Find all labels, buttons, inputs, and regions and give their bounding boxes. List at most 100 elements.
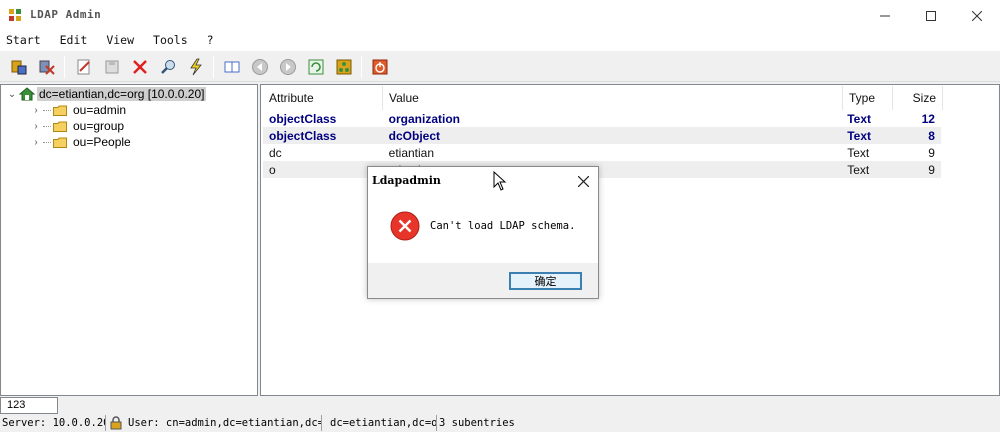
lock-icon (110, 416, 122, 430)
column-header-type[interactable]: Type (843, 86, 893, 110)
status-bar: Server: 10.0.0.20 User: cn=admin,dc=etia… (0, 414, 1000, 432)
column-header-attribute[interactable]: Attribute (263, 86, 383, 110)
forward-button[interactable] (277, 56, 299, 78)
search-button[interactable] (157, 56, 179, 78)
delete-icon (133, 60, 147, 74)
save-button[interactable] (101, 56, 123, 78)
status-subentries: 3 subentries (439, 417, 515, 429)
minimize-icon (880, 15, 890, 16)
tree-node-label: dc=etiantian,dc=org [10.0.0.20] (37, 87, 207, 101)
connect-button[interactable] (8, 56, 30, 78)
toolbar-separator (64, 56, 65, 78)
menu-edit[interactable]: Edit (60, 31, 88, 51)
table-row[interactable]: dc etiantian Text 9 (263, 144, 941, 161)
folder-icon (53, 137, 67, 148)
minimize-button[interactable] (862, 0, 908, 31)
error-dialog: Ldapadmin Can't load LDAP schema. 确定 (367, 166, 599, 299)
directory-tree[interactable]: ⌄ dc=etiantian,dc=org [10.0.0.20] › ou=a… (0, 84, 258, 396)
status-dn: dc=etiantian,dc=or (322, 415, 437, 431)
cell-value: dcObject (388, 129, 441, 143)
error-icon (390, 211, 420, 241)
table-row[interactable]: o etiantian Text 9 (263, 161, 941, 178)
save-icon (105, 60, 119, 74)
disconnect-button[interactable] (36, 56, 58, 78)
server-icon (19, 87, 35, 101)
maximize-button[interactable] (908, 0, 954, 31)
tree-node-label: ou=group (73, 119, 125, 133)
mouse-cursor-icon (493, 171, 507, 191)
tree-node-people[interactable]: › ou=People (31, 134, 133, 150)
search-icon (161, 60, 175, 74)
filter-input[interactable]: 123 (0, 397, 58, 414)
window-title: LDAP Admin (30, 8, 102, 21)
cell-value: organization (388, 112, 460, 126)
ok-button[interactable]: 确定 (509, 272, 582, 290)
exit-button[interactable] (369, 56, 391, 78)
cell-attribute: dc (269, 146, 282, 160)
refresh-button[interactable] (305, 56, 327, 78)
status-server: Server: 10.0.0.20 (2, 415, 106, 431)
close-button[interactable] (954, 0, 1000, 31)
status-user: User: cn=admin,dc=etiantian,dc=o (128, 415, 322, 431)
menu-start[interactable]: Start (6, 31, 41, 51)
chevron-right-icon[interactable]: › (31, 105, 41, 116)
tree-node-admin[interactable]: › ou=admin (31, 102, 128, 118)
tree-button[interactable] (333, 56, 355, 78)
tree-node-label: ou=People (73, 135, 131, 149)
dialog-title: Ldapadmin (372, 174, 441, 187)
menu-bar: Start Edit View Tools ? (0, 31, 1000, 51)
exit-icon (372, 59, 388, 75)
chevron-down-icon[interactable]: ⌄ (7, 89, 17, 100)
attribute-list-header: Attribute Value Type Size (263, 86, 999, 110)
forward-icon (280, 59, 296, 75)
menu-view[interactable]: View (106, 31, 134, 51)
dialog-footer: 确定 (368, 263, 598, 298)
disconnect-icon (39, 60, 55, 75)
back-button[interactable] (249, 56, 271, 78)
schema-book-icon (224, 61, 240, 73)
cell-type: Text (847, 112, 872, 126)
column-header-size[interactable]: Size (893, 86, 943, 110)
cell-size: 9 (928, 146, 935, 160)
cell-size: 12 (921, 112, 935, 126)
title-bar: LDAP Admin (0, 0, 1000, 31)
flash-button[interactable] (185, 56, 207, 78)
cell-type: Text (847, 163, 870, 177)
folder-icon (53, 105, 67, 116)
edit-icon (77, 59, 90, 75)
tree-icon (336, 59, 352, 75)
schema-button[interactable] (221, 56, 243, 78)
edit-button[interactable] (73, 56, 95, 78)
cell-attribute: objectClass (269, 112, 337, 126)
close-icon (577, 175, 589, 187)
menu-help[interactable]: ? (207, 31, 214, 51)
ldap-admin-icon (9, 9, 21, 21)
tree-node-group[interactable]: › ou=group (31, 118, 126, 134)
cell-type: Text (847, 146, 870, 160)
maximize-icon (926, 10, 936, 21)
dialog-close-button[interactable] (568, 167, 598, 195)
refresh-icon (308, 59, 324, 75)
toolbar-separator (361, 56, 362, 78)
cell-attribute: objectClass (269, 129, 337, 143)
delete-button[interactable] (129, 56, 151, 78)
menu-tools[interactable]: Tools (153, 31, 188, 51)
table-row[interactable]: objectClass organization Text 12 (263, 110, 941, 127)
connect-icon (11, 60, 27, 75)
cell-type: Text (847, 129, 872, 143)
toolbar-separator (213, 56, 214, 78)
dialog-message: Can't load LDAP schema. (430, 220, 576, 232)
chevron-right-icon[interactable]: › (31, 137, 41, 148)
cell-size: 8 (928, 129, 935, 143)
table-row[interactable]: objectClass dcObject Text 8 (263, 127, 941, 144)
close-icon (972, 10, 982, 21)
tree-node-root[interactable]: ⌄ dc=etiantian,dc=org [10.0.0.20] (7, 86, 207, 102)
back-icon (252, 59, 268, 75)
cell-value: etiantian (388, 146, 435, 160)
chevron-right-icon[interactable]: › (31, 121, 41, 132)
toolbar (0, 51, 1000, 82)
column-header-value[interactable]: Value (383, 86, 843, 110)
cell-attribute: o (269, 163, 276, 177)
tree-node-label: ou=admin (73, 103, 127, 117)
flash-icon (190, 58, 202, 76)
